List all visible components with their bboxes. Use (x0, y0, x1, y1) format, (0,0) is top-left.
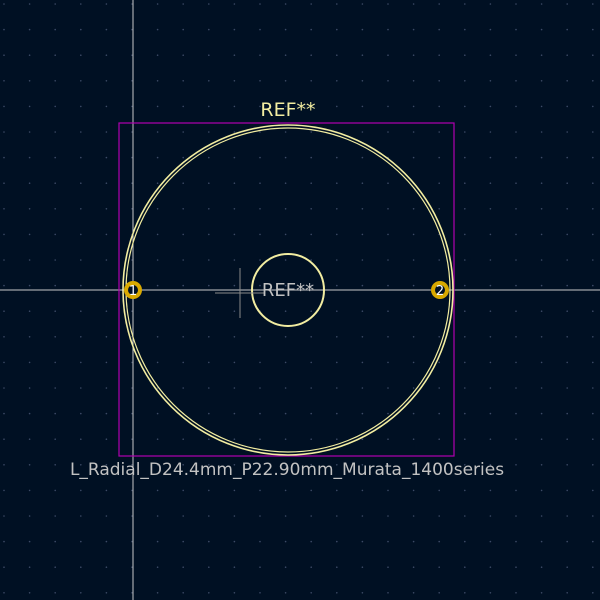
reference-designator-fab[interactable]: REF** (262, 280, 314, 301)
pad-1-number: 1 (129, 284, 137, 299)
pad-2-number: 2 (436, 284, 444, 299)
pcb-footprint-canvas[interactable]: 1 2 REF** REF** L_Radial_D24.4mm_P22.90m… (0, 0, 600, 600)
pad-1[interactable]: 1 (124, 281, 142, 299)
footprint-value-label[interactable]: L_Radial_D24.4mm_P22.90mm_Murata_1400ser… (70, 460, 504, 480)
pad-2[interactable]: 2 (431, 281, 449, 299)
reference-designator-top[interactable]: REF** (260, 99, 315, 121)
footprint-view[interactable]: 1 2 REF** REF** L_Radial_D24.4mm_P22.90m… (0, 0, 600, 600)
